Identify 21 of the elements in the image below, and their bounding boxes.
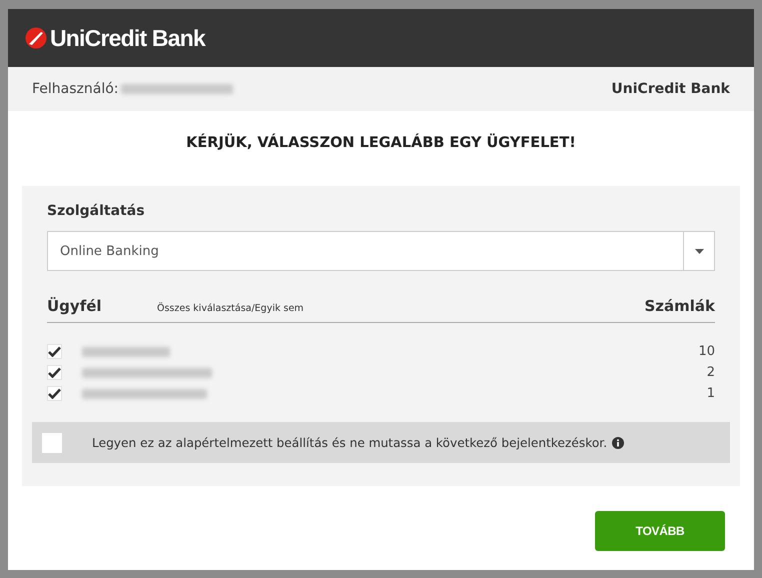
logo-icon [25, 27, 47, 49]
next-button[interactable]: TOVÁBB [595, 511, 725, 551]
checkbox[interactable] [47, 386, 62, 401]
page-heading: KÉRJÜK, VÁLASSZON LEGALÁBB EGY ÜGYFELET! [186, 135, 576, 151]
column-header: Számlák [644, 297, 715, 315]
account-count: 1 [706, 386, 715, 401]
bank-name: UniCredit Bank [611, 81, 730, 97]
column-header: Ügyfél [47, 297, 103, 315]
service-label: Szolgáltatás [47, 203, 145, 219]
checkbox[interactable] [47, 365, 62, 380]
checkbox[interactable] [47, 344, 62, 359]
select-all-link[interactable]: Összes kiválasztása/Egyik sem [157, 303, 644, 314]
info-icon[interactable] [612, 436, 624, 448]
checkbox[interactable] [42, 432, 62, 452]
user-label: Felhasználó: [32, 81, 119, 97]
logo-text: UniCredit Bank [50, 24, 205, 52]
service-dropdown[interactable]: Online Banking [47, 231, 715, 271]
caret-icon [694, 248, 704, 254]
account-count: 10 [698, 344, 715, 359]
default-setting-text: Legyen ez az alapértelmezett beállítás és ne mutassa a következő bejelentkezéskor. [92, 436, 608, 450]
account-count: 2 [706, 365, 715, 380]
